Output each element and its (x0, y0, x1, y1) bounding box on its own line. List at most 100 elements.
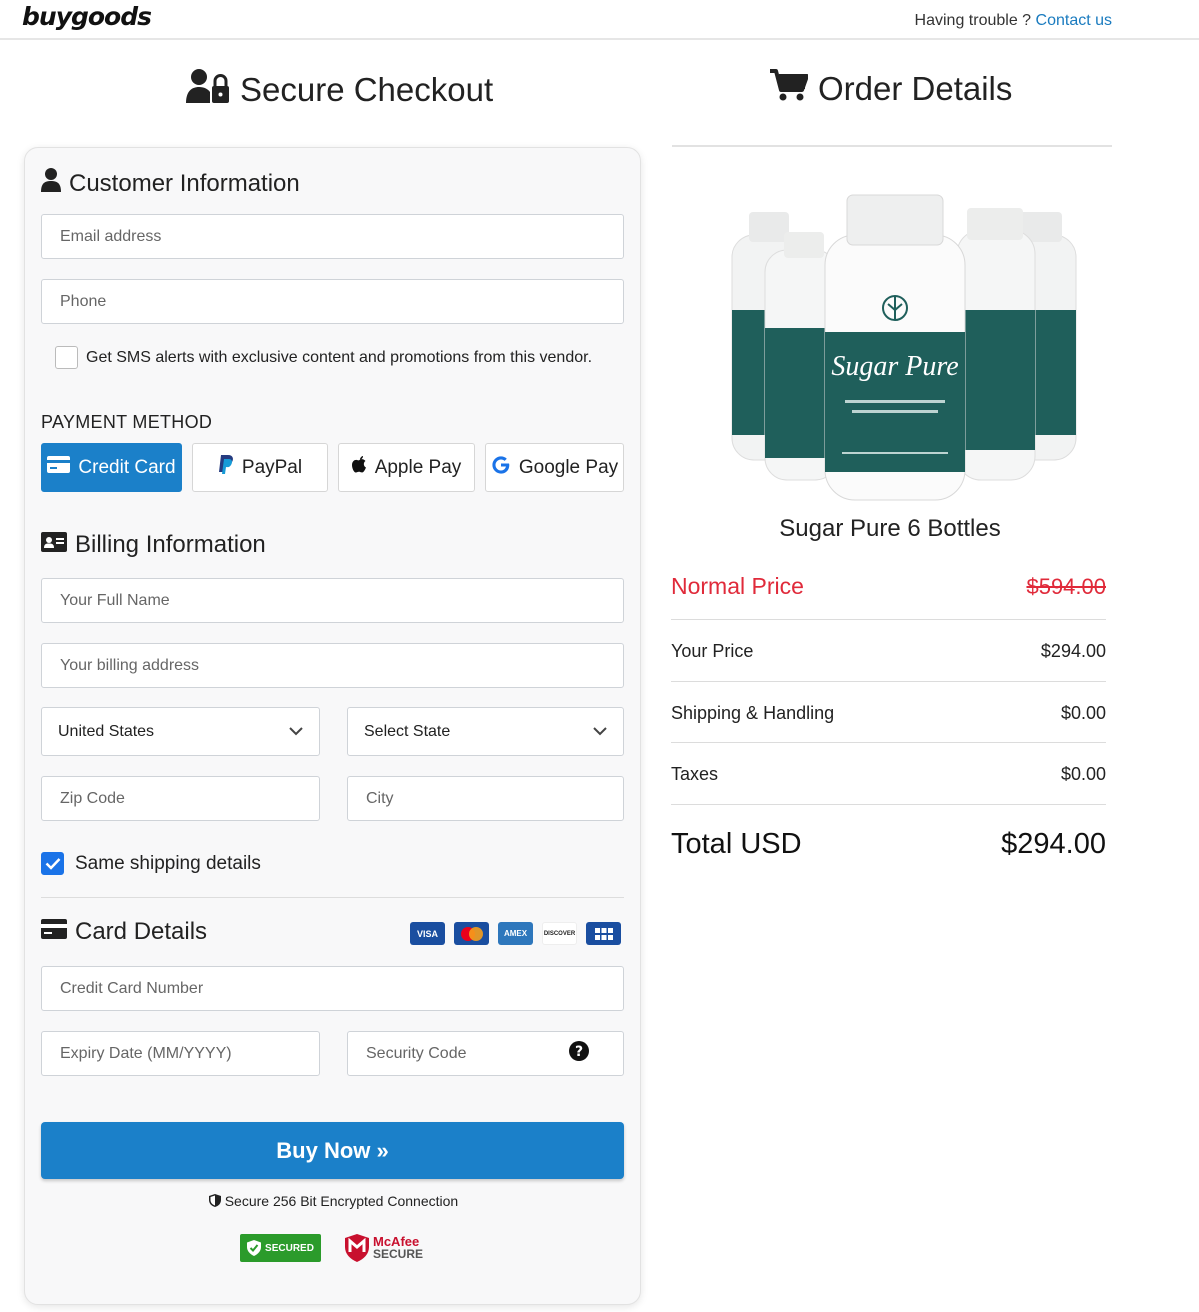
billing-information-heading: Billing Information (41, 531, 266, 559)
checkout-form-card: Customer Information Email address Phone… (24, 147, 641, 1305)
normal-price-label: Normal Price (671, 573, 804, 599)
check-icon (45, 858, 60, 870)
accepted-cards: VISA AMEX DISCOVER (410, 922, 621, 945)
order-details-title: Order Details (818, 70, 1013, 107)
same-shipping-label: Same shipping details (75, 852, 261, 874)
discover-icon: DISCOVER (542, 922, 577, 945)
shipping-row: Shipping & Handling $0.00 (671, 703, 1106, 724)
shipping-label: Shipping & Handling (671, 703, 835, 723)
taxes-row: Taxes $0.00 (671, 764, 1106, 785)
customer-information-title: Customer Information (69, 169, 300, 197)
chevron-down-icon (593, 723, 607, 741)
shield-check-icon (247, 1240, 262, 1256)
security-code-placeholder: Security Code (366, 1044, 467, 1062)
your-price-label: Your Price (671, 641, 754, 661)
section-divider (41, 897, 624, 898)
city-field[interactable]: City (347, 776, 624, 821)
amex-icon: AMEX (498, 922, 533, 945)
billing-address-placeholder: Your billing address (60, 656, 200, 674)
security-code-field[interactable]: Security Code ? (347, 1031, 624, 1076)
secure-connection-text: Secure 256 Bit Encrypted Connection (224, 1193, 459, 1209)
billing-information-title: Billing Information (75, 531, 266, 558)
row-divider (671, 619, 1106, 620)
zip-code-field[interactable]: Zip Code (41, 776, 320, 821)
trust-badges: SECURED McAfee SECURE (240, 1234, 423, 1262)
your-price-row: Your Price $294.00 (671, 641, 1106, 662)
order-divider-top (672, 145, 1112, 147)
same-shipping-checkbox[interactable] (41, 852, 64, 875)
apple-pay-method-label: Apple Pay (374, 456, 462, 478)
paypal-method-button[interactable]: PayPal (192, 443, 328, 492)
credit-card-method-label: Credit Card (78, 456, 176, 478)
secure-connection-note: Secure 256 Bit Encrypted Connection (25, 1193, 642, 1209)
diners-club-icon (586, 922, 621, 945)
paypal-icon (218, 455, 234, 480)
state-select[interactable]: Select State (347, 707, 624, 756)
google-pay-method-button[interactable]: Google Pay (485, 443, 624, 492)
secure-checkout-title: Secure Checkout (240, 71, 494, 108)
secure-checkout-heading: Secure Checkout (186, 68, 493, 112)
row-divider (671, 681, 1106, 682)
row-divider (671, 804, 1106, 805)
city-placeholder: City (366, 789, 394, 807)
top-bar: buygoods Having trouble ? Contact us (0, 0, 1199, 40)
row-divider (671, 742, 1106, 743)
sms-alerts-option[interactable]: Get SMS alerts with exclusive content an… (55, 346, 592, 369)
mastercard-icon (454, 922, 489, 945)
country-value: United States (58, 722, 155, 740)
user-icon (41, 168, 61, 199)
state-value: Select State (364, 722, 451, 740)
order-details-heading: Order Details (770, 68, 1012, 110)
product-name: Sugar Pure 6 Bottles (779, 515, 1001, 542)
google-pay-method-label: Google Pay (518, 456, 619, 478)
credit-card-icon (47, 456, 71, 479)
apple-icon (351, 456, 367, 479)
full-name-field[interactable]: Your Full Name (41, 578, 624, 623)
phone-placeholder: Phone (60, 292, 107, 310)
sms-alerts-label: Get SMS alerts with exclusive content an… (86, 348, 593, 366)
credit-card-icon (41, 918, 67, 946)
question-circle-icon[interactable]: ? (569, 1041, 589, 1066)
phone-field[interactable]: Phone (41, 279, 624, 324)
shopping-cart-icon (770, 68, 809, 110)
card-number-field[interactable]: Credit Card Number (41, 966, 624, 1011)
mcafee-shield-icon (345, 1234, 369, 1262)
address-card-icon (41, 531, 67, 559)
expiry-date-placeholder: Expiry Date (MM/YYYY) (60, 1044, 232, 1062)
google-icon (491, 455, 511, 481)
card-details-heading: Card Details (41, 918, 207, 946)
email-placeholder: Email address (60, 227, 162, 245)
total-label: Total USD (671, 828, 802, 860)
billing-address-field[interactable]: Your billing address (41, 643, 624, 688)
product-image: Sugar Pure (722, 190, 1084, 510)
customer-information-heading: Customer Information (41, 168, 300, 199)
user-lock-icon (186, 68, 230, 112)
sms-alerts-checkbox[interactable] (55, 346, 78, 369)
credit-card-method-button[interactable]: Credit Card (41, 443, 182, 492)
help-text: Having trouble ? Contact us (915, 12, 1112, 30)
total-row: Total USD $294.00 (671, 828, 1106, 861)
svg-text:?: ? (575, 1044, 583, 1060)
visa-icon: VISA (410, 922, 445, 945)
taxes-value: $0.00 (1060, 764, 1106, 784)
country-select[interactable]: United States (41, 707, 320, 756)
chevron-down-icon (289, 723, 303, 741)
apple-pay-method-button[interactable]: Apple Pay (338, 443, 475, 492)
payment-method-label: PAYMENT METHOD (41, 412, 213, 432)
buygoods-logo[interactable]: buygoods (22, 2, 152, 31)
paypal-method-label: PayPal (241, 456, 303, 478)
taxes-label: Taxes (671, 764, 719, 784)
card-number-placeholder: Credit Card Number (60, 979, 204, 997)
expiry-date-field[interactable]: Expiry Date (MM/YYYY) (41, 1031, 320, 1076)
your-price-value: $294.00 (1040, 641, 1106, 661)
shield-icon (208, 1193, 225, 1209)
shipping-value: $0.00 (1060, 703, 1106, 723)
email-field[interactable]: Email address (41, 214, 624, 259)
zip-code-placeholder: Zip Code (60, 789, 125, 807)
same-shipping-option[interactable]: Same shipping details (41, 852, 261, 875)
svg-text:Sugar Pure: Sugar Pure (831, 351, 958, 382)
buy-now-button[interactable]: Buy Now » (41, 1122, 624, 1179)
contact-us-link[interactable]: Contact us (1036, 12, 1112, 29)
card-details-title: Card Details (75, 918, 208, 945)
mcafee-secure-badge: McAfee SECURE (345, 1234, 423, 1262)
